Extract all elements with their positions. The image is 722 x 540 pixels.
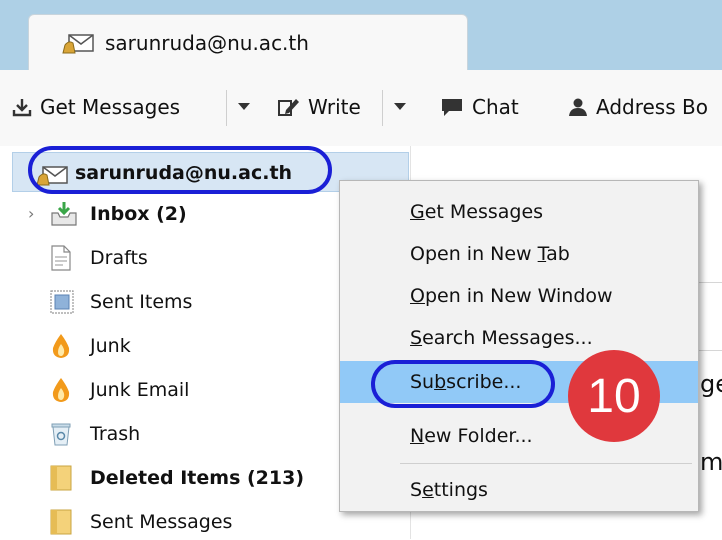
menu-item-search-messages[interactable]: Search Messages... (340, 317, 698, 359)
address-book-label: Address Bo (596, 95, 708, 119)
trash-icon (50, 421, 80, 447)
pane-text-fragment: ge (700, 370, 722, 398)
toolbar-divider (226, 90, 227, 126)
folder-label: Sent Items (90, 291, 193, 313)
folder-sent-items[interactable]: Sent Items (30, 284, 390, 320)
get-messages-dropdown[interactable] (236, 96, 252, 118)
folder-sent-messages[interactable]: Sent Messages (30, 504, 390, 540)
folder-label: Sent Messages (90, 511, 233, 533)
toolbar-divider (382, 90, 383, 126)
folder-label: Junk Email (90, 379, 190, 401)
inbox-icon (50, 201, 80, 227)
download-icon (12, 99, 32, 117)
step-number-badge: 10 (568, 350, 660, 442)
get-messages-label: Get Messages (40, 95, 181, 119)
folder-icon (50, 465, 80, 491)
write-dropdown[interactable] (392, 96, 408, 118)
junk-icon (50, 333, 80, 359)
highlight-oval-subscribe (371, 360, 555, 408)
expand-twisty-icon[interactable]: › (28, 204, 34, 223)
folder-label: Junk (90, 335, 131, 357)
folder-label: Deleted Items (213) (90, 467, 305, 489)
menu-separator (400, 463, 692, 464)
tab-bar: sarunruda@nu.ac.th (0, 0, 722, 70)
account-context-menu: Get Messages Open in New Tab Open in New… (339, 180, 699, 512)
folder-junk[interactable]: Junk (30, 328, 390, 364)
address-book-button[interactable]: Address Bo (568, 92, 708, 122)
folder-label: Drafts (90, 247, 148, 269)
account-envelope-icon (61, 31, 95, 59)
menu-item-get-messages[interactable]: Get Messages (340, 191, 698, 233)
folder-label: Trash (90, 423, 141, 445)
chevron-down-icon (394, 103, 406, 110)
menu-item-settings[interactable]: Settings (340, 469, 698, 511)
junk-icon (50, 377, 80, 403)
folder-drafts[interactable]: Drafts (30, 240, 390, 276)
write-button[interactable]: Write (278, 92, 361, 122)
sent-items-icon (50, 289, 80, 315)
folder-trash[interactable]: Trash (30, 416, 390, 452)
folder-deleted-items[interactable]: Deleted Items (213) (30, 460, 390, 496)
get-messages-button[interactable]: Get Messages (12, 92, 180, 122)
chat-button[interactable]: Chat (440, 92, 519, 122)
write-label: Write (308, 95, 361, 119)
highlight-oval-account (28, 146, 332, 194)
chat-bubble-icon (442, 99, 462, 116)
folder-inbox[interactable]: › Inbox (2) (28, 196, 390, 232)
pane-text-fragment: m (700, 448, 722, 476)
menu-item-open-new-window[interactable]: Open in New Window (340, 275, 698, 317)
chat-label: Chat (472, 95, 519, 119)
folder-label: Inbox (2) (90, 203, 187, 225)
person-icon (569, 98, 587, 116)
drafts-icon (50, 245, 80, 271)
pencil-icon (278, 99, 299, 116)
tab-title: sarunruda@nu.ac.th (105, 31, 309, 55)
main-toolbar: Get Messages Write Chat Address Bo (0, 70, 722, 147)
folder-icon (50, 509, 80, 535)
menu-item-open-new-tab[interactable]: Open in New Tab (340, 233, 698, 275)
chevron-down-icon (238, 103, 250, 110)
tab-account[interactable]: sarunruda@nu.ac.th (28, 14, 468, 70)
folder-junk-email[interactable]: Junk Email (30, 372, 390, 408)
